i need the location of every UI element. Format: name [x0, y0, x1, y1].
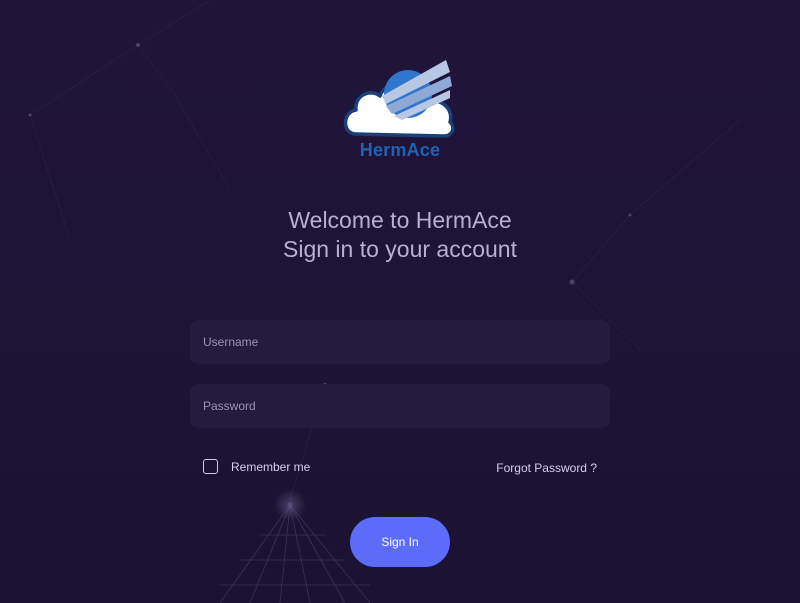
login-page: HermAce Welcome to HermAce Sign in to yo… [0, 0, 800, 603]
signin-subheading: Sign in to your account [283, 236, 517, 262]
remember-me-label: Remember me [231, 459, 311, 474]
sign-in-button[interactable]: Sign In [350, 517, 450, 567]
remember-me-toggle[interactable]: Remember me [203, 459, 310, 474]
welcome-heading: Welcome to HermAce [288, 207, 512, 233]
brand-name: HermAce [359, 140, 441, 160]
remember-me-checkbox[interactable] [203, 459, 218, 474]
forgot-password-link[interactable]: Forgot Password ? [496, 461, 597, 475]
username-input[interactable] [190, 320, 610, 364]
password-input[interactable] [190, 384, 610, 428]
